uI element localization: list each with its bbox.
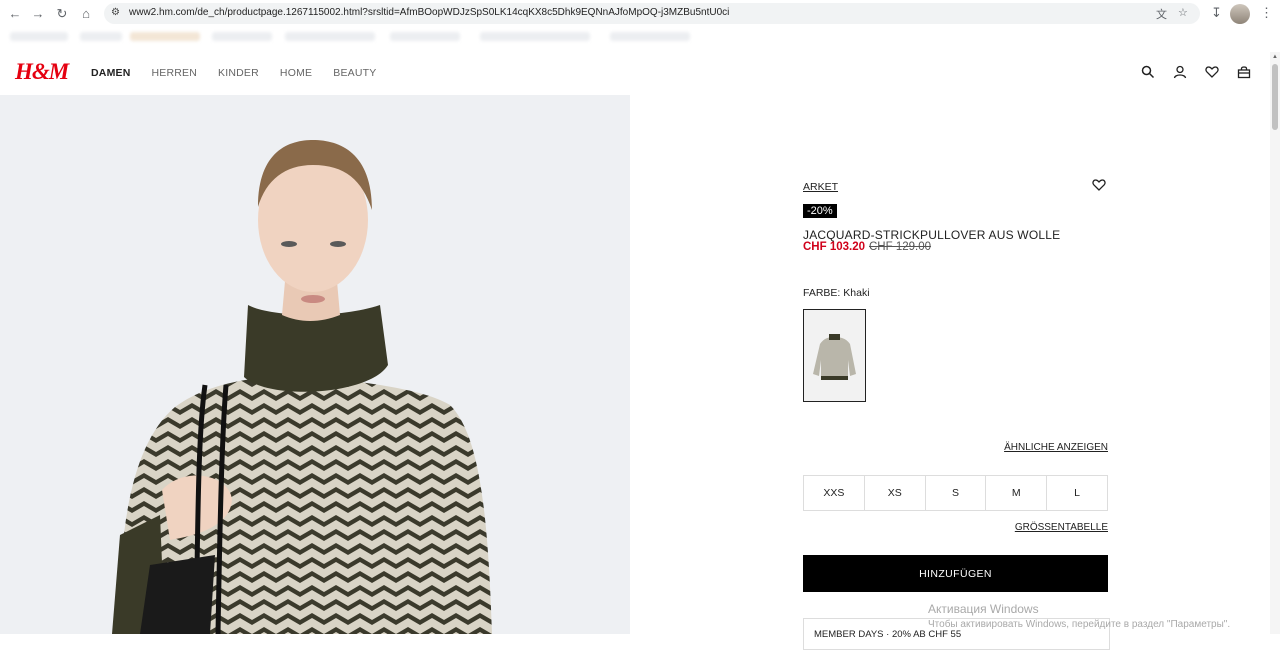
site-info-icon[interactable]: ⚙ xyxy=(111,7,120,18)
member-offer-text: MEMBER DAYS · 20% AB CHF 55 xyxy=(814,629,962,640)
browser-toolbar: ← → ↻ ⌂ ⚙ www2.hm.com/de_ch/productpage.… xyxy=(0,0,1280,28)
similar-products-link[interactable]: ÄHNLICHE ANZEIGEN xyxy=(1004,442,1108,453)
star-icon[interactable]: ☆ xyxy=(1178,6,1188,19)
sale-price: CHF 103.20 xyxy=(803,241,866,253)
size-option-xs[interactable]: XS xyxy=(863,475,926,511)
bookmark-item[interactable] xyxy=(80,32,122,41)
nav-home[interactable]: HOME xyxy=(280,67,312,79)
discount-badge: -20% xyxy=(803,204,837,218)
profile-avatar[interactable] xyxy=(1230,4,1250,24)
original-price: CHF 129.00 xyxy=(869,241,932,253)
account-icon[interactable] xyxy=(1173,65,1189,81)
menu-icon[interactable]: ⋮ xyxy=(1260,5,1273,21)
nav-beauty[interactable]: BEAUTY xyxy=(333,67,376,79)
bookmark-item[interactable] xyxy=(130,32,200,41)
download-icon[interactable]: ↧ xyxy=(1211,5,1222,21)
heart-icon[interactable] xyxy=(1092,178,1108,194)
windows-watermark-title: Активация Windows xyxy=(928,602,1039,616)
main-nav: DAMEN HERREN KINDER HOME BEAUTY xyxy=(91,67,376,79)
product-image[interactable] xyxy=(0,95,630,634)
reload-icon[interactable]: ↻ xyxy=(53,5,71,23)
hm-logo[interactable]: H&M xyxy=(15,59,69,85)
size-option-m[interactable]: M xyxy=(985,475,1048,511)
url-text[interactable]: www2.hm.com/de_ch/productpage.1267115002… xyxy=(129,7,729,18)
color-swatch-khaki[interactable] xyxy=(803,309,866,402)
size-option-l[interactable]: L xyxy=(1046,475,1108,511)
bookmark-item[interactable] xyxy=(480,32,590,41)
scroll-up-icon[interactable]: ▲ xyxy=(1272,54,1278,60)
bookmark-item[interactable] xyxy=(610,32,690,41)
home-icon[interactable]: ⌂ xyxy=(77,5,95,23)
product-photo xyxy=(112,140,492,634)
add-to-cart-button[interactable]: HINZUFÜGEN xyxy=(803,555,1108,592)
windows-watermark-subtitle: Чтобы активировать Windows, перейдите в … xyxy=(928,619,1231,630)
brand-link[interactable]: ARKET xyxy=(803,181,838,193)
bookmark-item[interactable] xyxy=(10,32,68,41)
page-scrollbar[interactable]: ▲ xyxy=(1270,52,1280,634)
product-title: JACQUARD-STRICKPULLOVER AUS WOLLE xyxy=(803,228,1061,242)
search-icon[interactable] xyxy=(1141,65,1157,81)
size-guide-link[interactable]: GRÖSSENTABELLE xyxy=(1015,522,1108,533)
size-selector: XXS XS S M L xyxy=(803,475,1108,511)
bookmark-item[interactable] xyxy=(390,32,460,41)
site-header: H&M DAMEN HERREN KINDER HOME BEAUTY xyxy=(0,52,1270,95)
back-icon[interactable]: ← xyxy=(6,5,24,23)
swatch-sweater-image xyxy=(804,310,865,401)
bookmarks-bar: GF xyxy=(0,27,1280,68)
forward-icon[interactable]: → xyxy=(29,5,47,23)
nav-herren[interactable]: HERREN xyxy=(152,67,198,79)
color-label: FARBE: Khaki xyxy=(803,287,870,299)
favorites-icon[interactable] xyxy=(1205,65,1221,81)
size-option-s[interactable]: S xyxy=(924,475,987,511)
nav-damen[interactable]: DAMEN xyxy=(91,67,131,79)
address-bar[interactable]: ⚙ www2.hm.com/de_ch/productpage.12671150… xyxy=(104,3,1200,24)
bag-icon[interactable] xyxy=(1237,65,1253,81)
size-option-xxs[interactable]: XXS xyxy=(803,475,865,511)
bookmark-item[interactable] xyxy=(212,32,272,41)
bookmark-item[interactable] xyxy=(285,32,375,41)
translate-icon[interactable]: 文 xyxy=(1156,6,1167,22)
scroll-thumb[interactable] xyxy=(1272,64,1278,130)
nav-kinder[interactable]: KINDER xyxy=(218,67,259,79)
